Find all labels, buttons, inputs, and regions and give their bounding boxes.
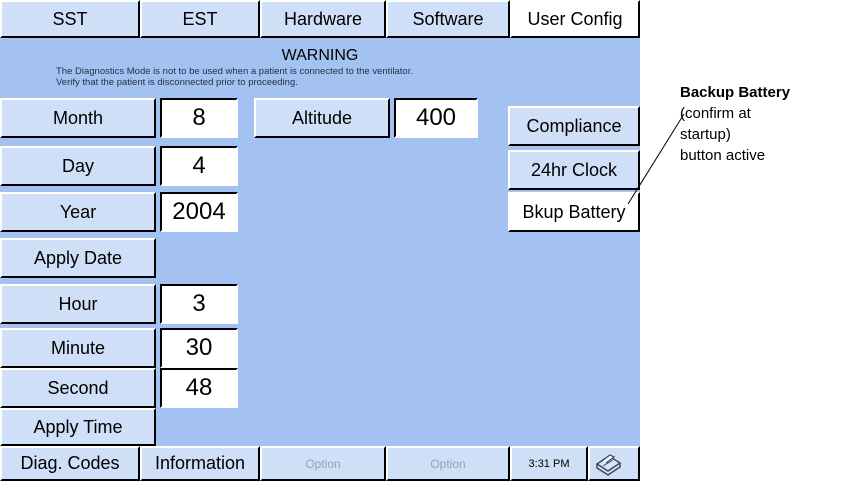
bkup-battery-label: Bkup Battery <box>522 201 626 222</box>
second-button[interactable]: Second <box>0 368 156 408</box>
second-label: Second <box>47 377 109 398</box>
bkup-battery-button[interactable]: Bkup Battery <box>508 192 640 232</box>
tab-sst-label: SST <box>52 8 88 29</box>
printer-icon <box>595 454 622 476</box>
year-value[interactable]: 2004 <box>160 192 238 232</box>
altitude-button[interactable]: Altitude <box>254 98 390 138</box>
clock-label: 3:31 PM <box>528 457 570 470</box>
information-button[interactable]: Information <box>140 446 260 481</box>
apply-time-label: Apply Time <box>33 416 123 437</box>
annotation-line-2: startup) <box>680 126 731 143</box>
month-button[interactable]: Month <box>0 98 156 138</box>
option-button-1[interactable]: Option <box>260 446 386 481</box>
hour-label: Hour <box>58 293 98 314</box>
annotation-line-3: button active <box>680 147 766 164</box>
minute-label: Minute <box>50 337 106 358</box>
tab-software-label: Software <box>412 8 484 29</box>
tab-est-label: EST <box>182 8 218 29</box>
diag-codes-label: Diag. Codes <box>20 453 120 473</box>
warning-text: The Diagnostics Mode is not to be used w… <box>56 66 413 88</box>
compliance-label: Compliance <box>526 115 622 136</box>
24hr-clock-button[interactable]: 24hr Clock <box>508 150 640 190</box>
diag-codes-button[interactable]: Diag. Codes <box>0 446 140 481</box>
day-value[interactable]: 4 <box>160 146 238 186</box>
option-2-label: Option <box>430 456 466 471</box>
compliance-button[interactable]: Compliance <box>508 106 640 146</box>
tab-software[interactable]: Software <box>386 0 510 38</box>
warning-line-1: The Diagnostics Mode is not to be used w… <box>56 66 413 77</box>
tab-user-config-label: User Config <box>527 8 623 29</box>
month-label: Month <box>52 107 104 128</box>
option-button-2[interactable]: Option <box>386 446 510 481</box>
day-button[interactable]: Day <box>0 146 156 186</box>
second-value[interactable]: 48 <box>160 368 238 408</box>
hour-button[interactable]: Hour <box>0 284 156 324</box>
option-1-label: Option <box>305 456 341 471</box>
minute-button[interactable]: Minute <box>0 328 156 368</box>
apply-date-button[interactable]: Apply Date <box>0 238 156 278</box>
warning-line-2: Verify that the patient is disconnected … <box>56 77 298 88</box>
tab-hardware[interactable]: Hardware <box>260 0 386 38</box>
apply-date-label: Apply Date <box>33 247 123 268</box>
information-label: Information <box>154 453 246 473</box>
tab-sst[interactable]: SST <box>0 0 140 38</box>
ventilator-screen: SST EST Hardware Software User Config WA… <box>0 0 640 481</box>
minute-value[interactable]: 30 <box>160 328 238 368</box>
year-button[interactable]: Year <box>0 192 156 232</box>
altitude-label: Altitude <box>291 107 353 128</box>
backup-battery-annotation: Backup Battery (confirm at startup) butt… <box>680 82 790 166</box>
24hr-clock-label: 24hr Clock <box>530 159 618 180</box>
tab-est[interactable]: EST <box>140 0 260 38</box>
altitude-value[interactable]: 400 <box>394 98 478 138</box>
day-label: Day <box>61 155 94 176</box>
tab-hardware-label: Hardware <box>283 8 363 29</box>
apply-time-button[interactable]: Apply Time <box>0 408 156 446</box>
hour-value[interactable]: 3 <box>160 284 238 324</box>
annotation-title: Backup Battery <box>680 84 791 101</box>
warning-title: WARNING <box>281 47 359 64</box>
year-label: Year <box>59 201 97 222</box>
clock-display: 3:31 PM <box>510 446 588 481</box>
month-value[interactable]: 8 <box>160 98 238 138</box>
annotation-line-1: (confirm at <box>680 105 751 122</box>
tab-user-config[interactable]: User Config <box>510 0 640 38</box>
